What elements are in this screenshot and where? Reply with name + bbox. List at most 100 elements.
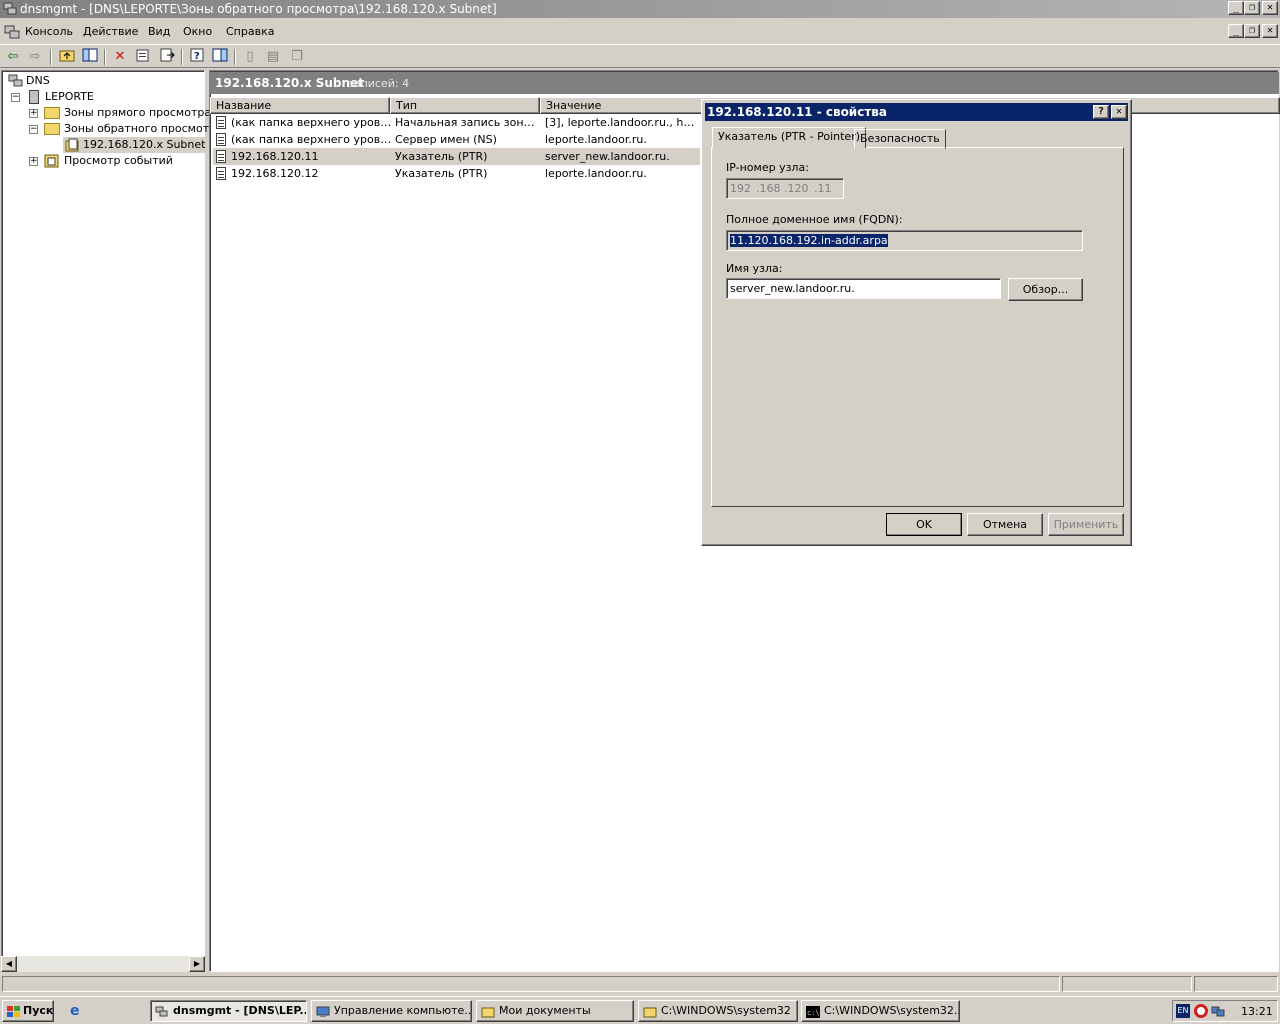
mdi-close-button[interactable]: ✕	[1262, 24, 1278, 38]
dialog-close-button[interactable]: ✕	[1111, 105, 1127, 119]
cell-type: Указатель (PTR)	[395, 167, 488, 180]
minimize-button[interactable]: _	[1228, 1, 1244, 15]
command-prompt-icon: c:\	[806, 1005, 820, 1018]
tree-node-forward-zones[interactable]: Зоны прямого просмотра	[44, 105, 211, 121]
internet-explorer-icon[interactable]: e	[70, 1003, 86, 1019]
antivirus-icon[interactable]	[1194, 1004, 1208, 1018]
start-label: Пуск	[23, 1004, 54, 1017]
task-computer-management[interactable]: Управление компьюте...	[311, 1000, 472, 1022]
menu-view[interactable]: Вид	[148, 25, 170, 38]
tree-horizontal-scrollbar[interactable]: ◀ ▶	[1, 956, 205, 972]
delete-icon[interactable]: ✕	[110, 48, 130, 66]
window-title: dnsmgmt - [DNS\LEPORTE\Зоны обратного пр…	[20, 2, 497, 16]
scroll-right-button[interactable]: ▶	[189, 956, 205, 972]
menu-bar: Консоль Действие Вид Окно Справка _ ❐ ✕	[0, 22, 1280, 42]
network-icon[interactable]	[1211, 1004, 1225, 1018]
menu-help[interactable]: Справка	[226, 25, 274, 38]
menu-console[interactable]: Консоль	[25, 25, 73, 38]
column-header-type[interactable]: Тип	[390, 97, 540, 114]
table-row[interactable]: 192.168.120.12 Указатель (PTR) leporte.l…	[213, 165, 700, 182]
ip-label: IP-номер узла:	[726, 161, 809, 174]
ip-octet: .168	[756, 182, 781, 195]
tree-label: DNS	[26, 74, 50, 87]
export-list-icon[interactable]	[157, 48, 177, 66]
toolbar-separator	[50, 49, 52, 65]
tab-security[interactable]: Безопасность	[854, 129, 946, 149]
svg-text:c:\: c:\	[807, 1009, 820, 1017]
task-dnsmgmt[interactable]: dnsmgmt - [DNS\LEP...	[150, 1000, 307, 1022]
console-icon[interactable]	[4, 24, 20, 40]
ip-octet: 192	[730, 182, 751, 195]
svg-text:?: ?	[194, 51, 200, 62]
ip-octet: .11	[814, 182, 832, 195]
host-name-input[interactable]: server_new.landoor.ru.	[726, 278, 1001, 299]
cell-type: Указатель (PTR)	[395, 150, 488, 163]
close-button[interactable]: ✕	[1262, 1, 1278, 15]
tree-pane: DNS − LEPORTE + Зоны прямого просмотра −…	[1, 70, 223, 972]
tree-node-reverse-zones[interactable]: Зоны обратного просмотра	[44, 121, 223, 137]
collapse-icon[interactable]: −	[29, 125, 38, 134]
browse-button[interactable]: Обзор...	[1008, 278, 1083, 301]
expand-icon[interactable]: +	[29, 157, 38, 166]
task-cmd-system32[interactable]: c:\ C:\WINDOWS\system32...	[801, 1000, 960, 1022]
cell-type: Сервер имен (NS)	[395, 133, 497, 146]
ip-octet: .120	[784, 182, 809, 195]
properties-dialog: 192.168.120.11 - свойства ? ✕ Указатель …	[701, 99, 1132, 546]
tree-node-subnet[interactable]: 192.168.120.x Subnet	[63, 137, 210, 153]
task-explorer-system32[interactable]: C:\WINDOWS\system32	[638, 1000, 798, 1022]
dialog-help-button[interactable]: ?	[1093, 105, 1109, 119]
tree-label: LEPORTE	[45, 90, 94, 103]
tree-node-dns[interactable]: DNS	[8, 73, 50, 89]
clock[interactable]: 13:21	[1241, 1005, 1273, 1018]
expand-icon[interactable]: +	[29, 109, 38, 118]
tab-panel	[711, 147, 1124, 507]
table-row-selected[interactable]: 192.168.120.11 Указатель (PTR) server_ne…	[213, 148, 700, 165]
forward-icon[interactable]: ⇨	[25, 48, 45, 66]
status-bar	[0, 974, 1280, 994]
task-label: Мои документы	[499, 1004, 591, 1017]
main-title-bar: dnsmgmt - [DNS\LEPORTE\Зоны обратного пр…	[0, 0, 1280, 18]
restore-button[interactable]: ❐	[1244, 1, 1260, 15]
mdi-minimize-button[interactable]: _	[1228, 24, 1244, 38]
tab-ptr[interactable]: Указатель (PTR - Pointer)	[712, 127, 867, 149]
fqdn-field[interactable]: 11.120.168.192.in-addr.arpa	[726, 230, 1083, 251]
scroll-left-button[interactable]: ◀	[1, 956, 17, 972]
host-label: Имя узла:	[726, 262, 783, 275]
back-icon[interactable]: ⇦	[3, 48, 23, 66]
column-header-name[interactable]: Название	[210, 97, 390, 114]
menu-action[interactable]: Действие	[83, 25, 138, 38]
action-pane-icon[interactable]	[210, 48, 230, 66]
help-icon[interactable]: ?	[187, 48, 207, 66]
mmc-icon	[155, 1005, 169, 1017]
system-tray: EN 13:21	[1172, 1000, 1278, 1022]
fqdn-label: Полное доменное имя (FQDN):	[726, 213, 903, 226]
show-tree-icon[interactable]	[80, 48, 100, 66]
record-icon[interactable]: ▤	[263, 48, 283, 66]
dialog-title: 192.168.120.11 - свойства	[707, 105, 887, 119]
windows-logo-icon	[7, 1005, 21, 1017]
copy-icon[interactable]: ❐	[287, 48, 307, 66]
tree-node-event-viewer[interactable]: Просмотр событий	[44, 153, 173, 169]
folder-icon	[643, 1005, 657, 1018]
apply-button[interactable]: Применить	[1048, 513, 1124, 536]
server-icon[interactable]: ▯	[240, 48, 260, 66]
collapse-icon[interactable]: −	[11, 93, 20, 102]
start-button[interactable]: Пуск	[2, 1000, 54, 1022]
task-my-documents[interactable]: Мои документы	[476, 1000, 634, 1022]
tree-node-server[interactable]: LEPORTE	[27, 89, 94, 105]
ok-button[interactable]: OK	[886, 513, 962, 536]
menu-window[interactable]: Окно	[183, 25, 212, 38]
language-indicator[interactable]: EN	[1176, 1004, 1190, 1018]
mdi-restore-button[interactable]: ❐	[1244, 24, 1260, 38]
up-folder-icon[interactable]	[57, 48, 77, 66]
list-title: 192.168.120.x Subnet	[215, 76, 364, 90]
toolbar-separator	[181, 49, 183, 65]
status-panel	[2, 976, 1060, 992]
table-row[interactable]: (как папка верхнего уровня) Сервер имен …	[213, 131, 700, 148]
table-row[interactable]: (как папка верхнего уровня) Начальная за…	[213, 114, 700, 131]
toolbar: ⇦ ⇨ ✕ ? ▯ ▤ ❐	[0, 44, 1280, 68]
properties-icon[interactable]	[133, 48, 153, 66]
tree-label: 192.168.120.x Subnet	[83, 138, 206, 151]
record-icon	[216, 116, 226, 129]
cancel-button[interactable]: Отмена	[967, 513, 1043, 536]
